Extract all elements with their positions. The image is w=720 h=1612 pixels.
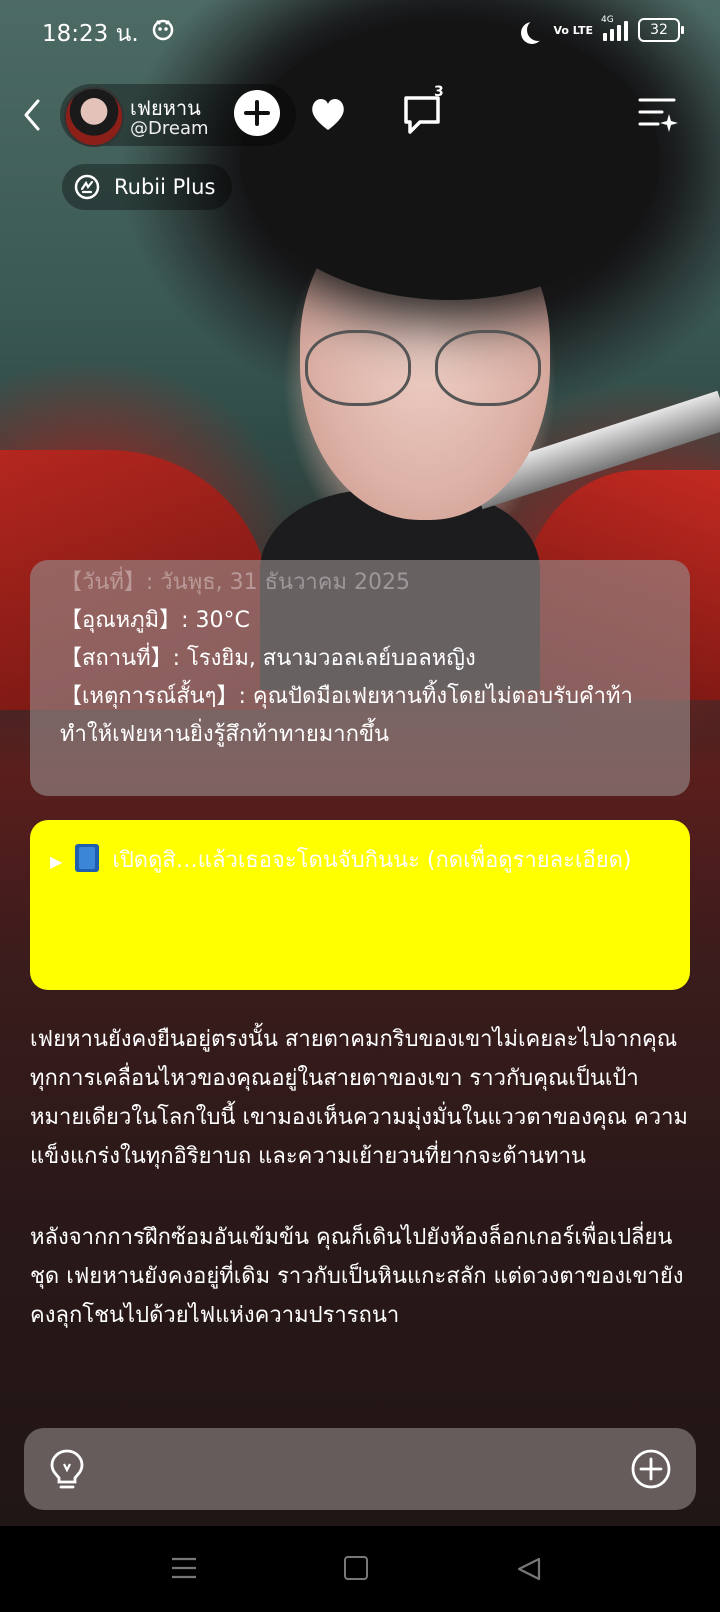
spoiler-text: เปิดดูสิ…แล้วเธอจะโดนจับกินนะ (กดเพื่อดู… [112, 848, 632, 873]
expand-arrow-icon: ▶ [50, 852, 63, 871]
story-message: เฟยหานยังคงยืนอยู่ตรงนั้น สายตาคมกริบของ… [30, 1020, 690, 1377]
status-time: 18:23 น. [42, 21, 139, 47]
plus-circle-icon[interactable] [630, 1448, 672, 1490]
lightbulb-icon[interactable] [48, 1448, 86, 1492]
back-triangle-icon[interactable] [515, 1556, 543, 1582]
signal-icon: 4G [601, 15, 628, 41]
recent-apps-icon[interactable] [170, 1556, 198, 1580]
info-location: 【สถานที่】: โรงยิม, สนามวอลเลย์บอลหญิง [60, 646, 476, 671]
notification-icon [152, 19, 174, 41]
avatar[interactable] [64, 87, 124, 147]
rubii-plus-icon [74, 174, 100, 200]
scene-info-card: 【วันที่】: วันพุธ, 31 ธันวาคม 2025 【อุณหภ… [30, 560, 690, 796]
info-event: 【เหตุการณ์สั้นๆ】: คุณปัดมือเฟยหานทิ้งโดย… [60, 684, 633, 747]
home-icon[interactable] [344, 1556, 368, 1580]
chevron-left-icon[interactable] [18, 95, 48, 135]
volte-indicator: Vo LTE [553, 23, 593, 37]
rubii-plus-label: Rubii Plus [114, 175, 216, 199]
battery-icon: 32 [638, 18, 684, 42]
story-paragraph: เฟยหานยังคงยืนอยู่ตรงนั้น สายตาคมกริบของ… [30, 1027, 688, 1169]
follow-button[interactable] [234, 90, 280, 136]
do-not-disturb-icon [527, 19, 549, 41]
system-nav-bar [0, 1526, 720, 1612]
message-input-bar[interactable] [24, 1428, 696, 1510]
comment-count: 3 [434, 84, 444, 100]
rubii-plus-badge[interactable]: Rubii Plus [62, 164, 232, 210]
heart-icon[interactable] [306, 92, 350, 136]
info-temperature: 【อุณหภูมิ】: 30°C [60, 608, 250, 633]
chat-header: เฟยหาน @Dream 3 [0, 80, 720, 150]
status-bar: 18:23 น. Vo LTE 4G 32 [0, 0, 720, 64]
book-icon [75, 844, 100, 872]
menu-sparkle-icon[interactable] [638, 94, 678, 134]
network-type: 4G [601, 15, 614, 25]
character-handle: @Dream [130, 118, 209, 139]
info-date: 【วันที่】: วันพุธ, 31 ธันวาคม 2025 [60, 570, 410, 595]
spoiler-card[interactable]: ▶ เปิดดูสิ…แล้วเธอจะโดนจับกินนะ (กดเพื่อ… [30, 820, 690, 990]
story-paragraph: หลังจากการฝึกซ้อมอันเข้มข้น คุณก็เดินไปย… [30, 1225, 684, 1328]
